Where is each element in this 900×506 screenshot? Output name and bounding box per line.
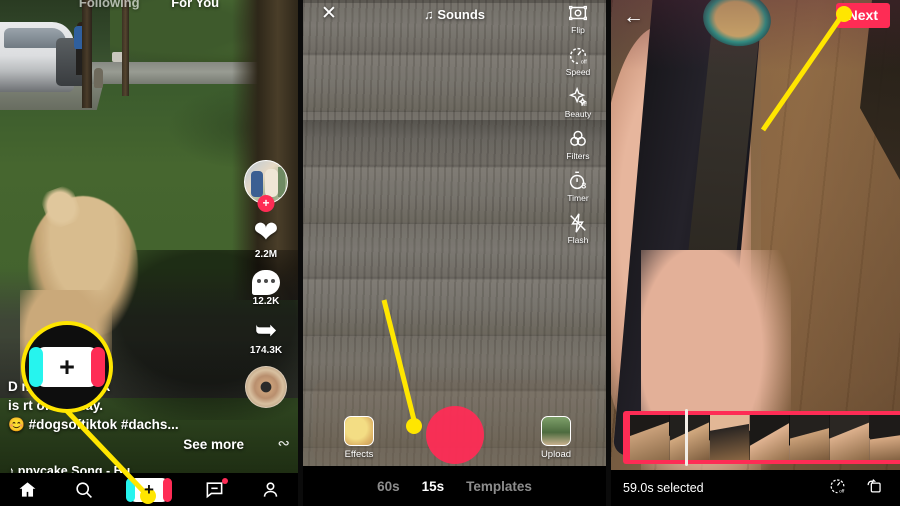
filmstrip-frame [750,415,790,460]
sound-disc[interactable] [240,366,292,408]
comment-icon[interactable] [252,270,280,295]
screenshot-root: Following For You + ❤ 2.2M 12.2K ➥ 174.3… [0,0,900,506]
panel-tiktok-camera: ✕ ♫ Sounds Flip off Speed off Beauty Fil… [303,0,606,506]
bottom-nav-bar: + [0,473,298,506]
caption-line-2: is rt of the day. [8,398,104,413]
tab-for-you[interactable]: For You [171,0,219,10]
like-button[interactable]: ❤ 2.2M [240,218,292,261]
tool-flash-label: Flash [567,235,589,245]
next-button[interactable]: Next [835,3,890,28]
close-icon[interactable]: ✕ [321,4,337,23]
caption-hashtags[interactable]: #dogsoftiktok #dachs... [29,417,179,432]
tool-beauty-label: Beauty [564,109,592,119]
nav-create-button[interactable]: + [125,477,172,502]
caption-emoji: 😊 [8,417,25,432]
effects-thumbnail-icon [344,416,374,446]
selected-duration-label: 59.0s selected [623,481,704,495]
effects-label: Effects [344,449,374,460]
heart-icon[interactable]: ❤ [240,218,292,248]
share-icon[interactable]: ➥ [240,317,292,344]
upload-label: Upload [540,449,572,460]
svg-text:off: off [839,489,845,495]
music-note-icon: ♫ [423,6,434,22]
svg-text:3: 3 [582,181,587,190]
nav-search[interactable] [74,480,93,499]
tool-flash[interactable]: Flash [554,212,602,245]
filmstrip-frame [790,415,830,460]
tool-speed[interactable]: off Speed [554,44,602,77]
inbox-badge-dot [221,478,228,484]
mode-templates[interactable]: Templates [466,479,532,494]
create-button[interactable]: + [125,477,172,502]
like-count: 2.2M [254,249,278,260]
tab-following[interactable]: Following [79,0,140,10]
tool-flip-label: Flip [571,25,585,35]
comment-button[interactable]: 12.2K [240,270,292,307]
filmstrip-frame [830,415,870,460]
tool-timer-label: Timer [567,193,589,203]
back-arrow-icon[interactable]: ← [623,6,644,27]
nav-profile[interactable] [261,480,280,499]
trim-frames[interactable] [623,411,900,464]
tool-speed-label: Speed [565,67,591,77]
panel-tiktok-feed: Following For You + ❤ 2.2M 12.2K ➥ 174.3… [0,0,298,506]
upload-thumbnail-icon [541,416,571,446]
nav-inbox[interactable] [205,478,228,499]
comment-count: 12.2K [252,296,280,307]
sound-wave-icon: ∾ [277,435,290,452]
tool-timer[interactable]: 3 Timer [554,170,602,203]
follow-plus-icon[interactable]: + [257,195,275,212]
sounds-label: Sounds [437,6,486,22]
svg-text:off: off [581,59,587,65]
svg-text:off: off [581,102,587,108]
trim-bottom-bar: 59.0s selected off [611,470,900,506]
tool-flip[interactable]: Flip [554,2,602,35]
feed-action-rail: + ❤ 2.2M 12.2K ➥ 174.3K [240,160,292,418]
avatar-follow[interactable]: + [240,160,292,212]
filmstrip-frame [870,415,900,460]
share-button[interactable]: ➥ 174.3K [240,317,292,357]
record-button[interactable] [425,406,484,464]
tool-filters-label: Filters [566,151,590,161]
trim-filmstrip[interactable] [623,409,900,466]
panel-tiktok-trim: ← Next 59.0s selected off [611,0,900,506]
camera-tool-rail: Flip off Speed off Beauty Filters 3 Time… [554,2,602,254]
share-count: 174.3K [249,345,283,356]
mode-60s[interactable]: 60s [377,479,400,494]
filmstrip-frame [670,415,710,460]
record-disc-icon[interactable] [245,366,287,408]
filmstrip-frame [710,415,750,460]
camera-mode-bar: 60s 15s Templates [303,466,606,506]
tool-beauty[interactable]: off Beauty [554,86,602,119]
caption-line-1: D me from work [8,379,111,394]
video-caption: D me from work is rt of the day. 😊 #dogs… [8,377,244,454]
feed-top-tabs[interactable]: Following For You [0,0,298,10]
speed-icon[interactable]: off [828,476,847,500]
filmstrip-frame [630,415,670,460]
see-more-link[interactable]: See more [8,435,244,454]
upload-button[interactable]: Upload [528,416,584,460]
trim-playhead[interactable] [685,409,688,466]
effects-button[interactable]: Effects [331,416,387,460]
tool-filters[interactable]: Filters [554,128,602,161]
mode-15s[interactable]: 15s [422,479,445,494]
nav-home[interactable] [18,480,37,499]
rotate-icon[interactable] [865,476,884,500]
